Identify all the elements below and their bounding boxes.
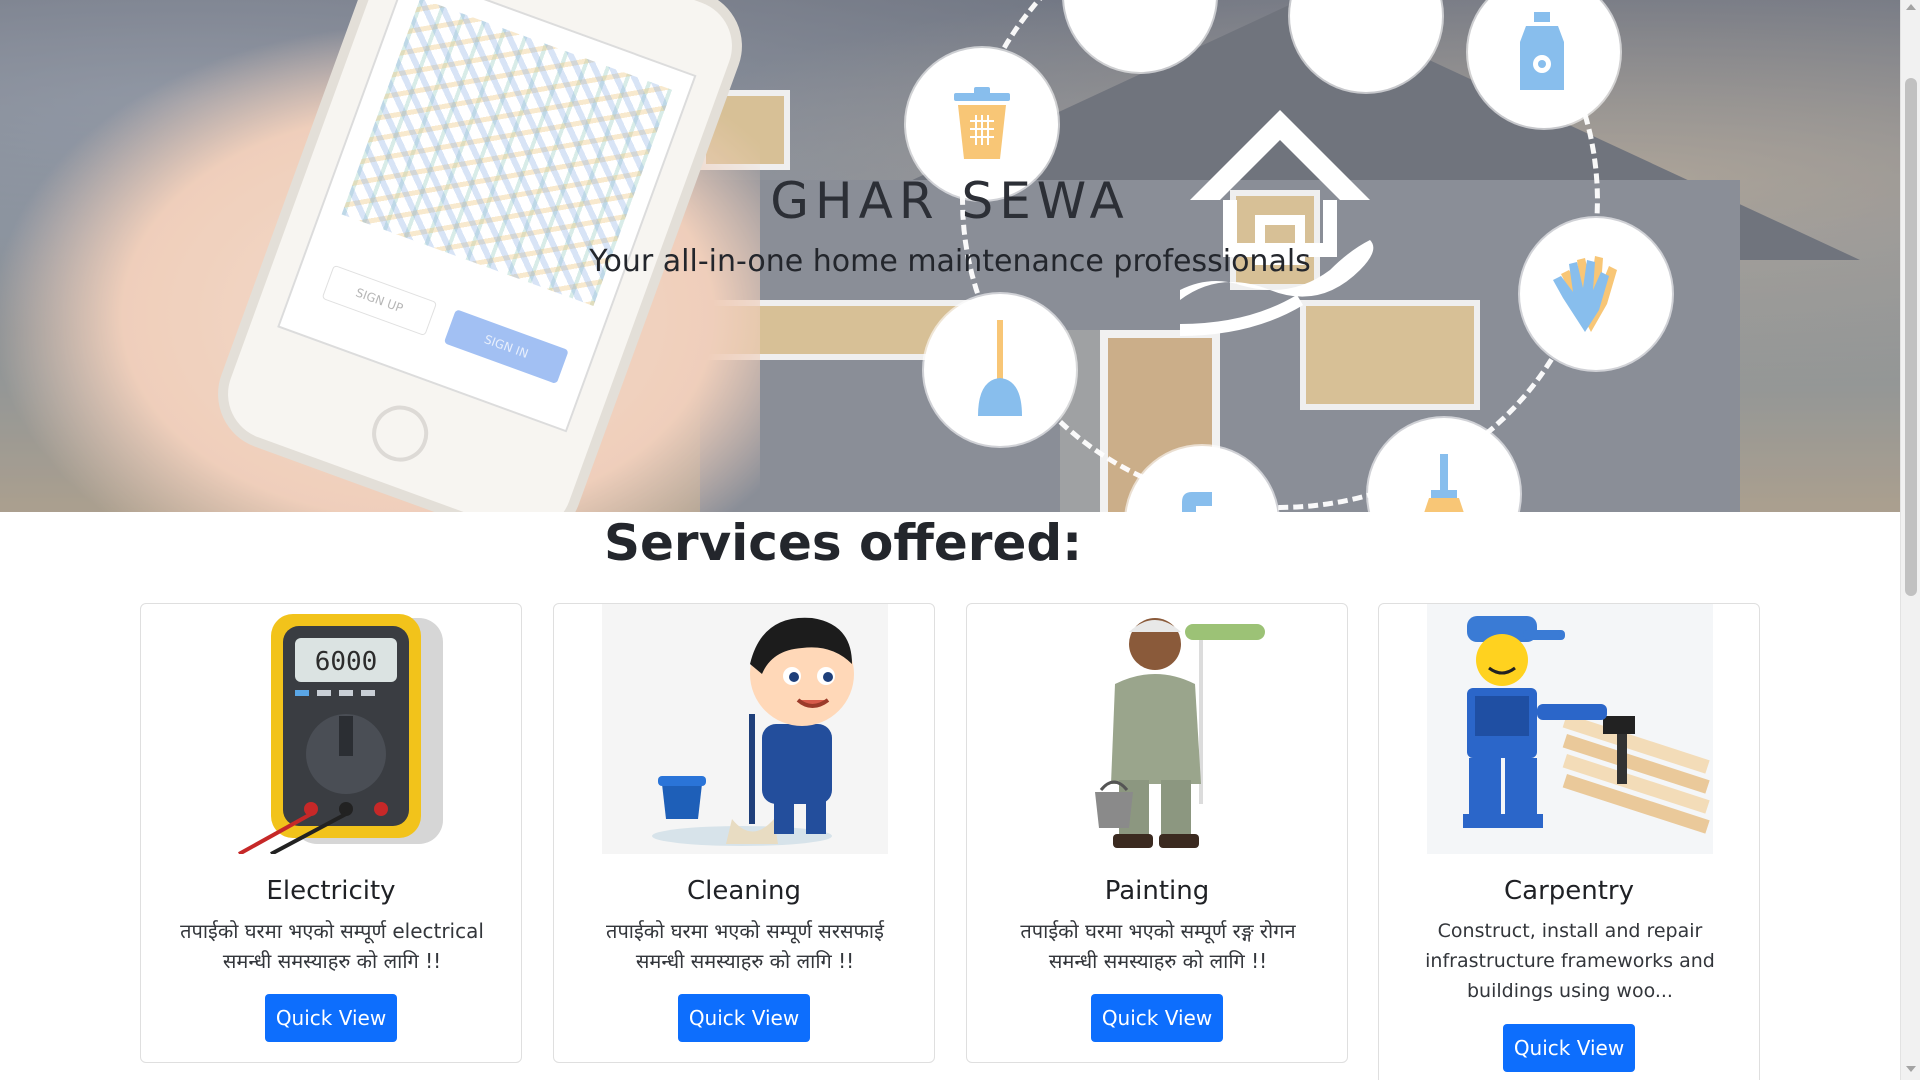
electricity-image: 6000 (231, 604, 517, 854)
quick-view-button-electricity[interactable]: Quick View (265, 994, 397, 1042)
painter-icon (1095, 618, 1265, 848)
card-description-cleaning: तपाईको घरमा भएको सम्पूर्ण सरसफाई समन्धी … (606, 919, 884, 973)
card-title-painting: Painting (1104, 876, 1210, 906)
site-tagline: Your all-in-one home maintenance profess… (589, 244, 1311, 279)
quick-view-button-carpentry[interactable]: Quick View (1503, 1024, 1635, 1072)
card-title-cleaning: Cleaning (687, 876, 801, 906)
card-description-carpentry: Construct, install and repair infrastruc… (1425, 920, 1715, 1002)
card-title-carpentry: Carpentry (1503, 876, 1635, 906)
services-heading: Services offered: (604, 514, 1083, 572)
cleaning-image (602, 604, 888, 854)
scroll-thumb[interactable] (1905, 78, 1917, 596)
card-title-electricity: Electricity (266, 876, 396, 906)
quick-view-button-painting[interactable]: Quick View (1091, 994, 1223, 1042)
service-card-painting: Painting तपाईको घरमा भएको सम्पूर्ण रङ्ग … (966, 603, 1348, 1063)
page-scrollbar[interactable] (1900, 0, 1920, 1080)
carpentry-image (1427, 604, 1713, 854)
service-card-electricity: 6000 Electricity तपाईको घरमा भएको सम्पूर… (140, 603, 522, 1063)
service-card-cleaning: Cleaning तपाईको घरमा भएको सम्पूर्ण सरसफा… (553, 603, 935, 1063)
multimeter-reading: 6000 (315, 647, 378, 677)
scroll-down-arrow-icon[interactable] (1906, 1066, 1916, 1072)
painting-image (1015, 604, 1301, 854)
card-description-painting: तपाईको घरमा भएको सम्पूर्ण रङ्ग रोगन समन्… (1020, 919, 1296, 973)
cleaner-boy-icon (652, 617, 854, 846)
quick-view-button-cleaning[interactable]: Quick View (678, 994, 810, 1042)
scroll-up-arrow-icon[interactable] (1906, 4, 1916, 10)
service-card-carpentry: Carpentry Construct, install and repair … (1378, 603, 1760, 1080)
site-title: GHAR SEWA (770, 172, 1130, 230)
multimeter-icon: 6000 (238, 614, 443, 854)
card-description-electricity: तपाईको घरमा भएको सम्पूर्ण electrical समन… (180, 919, 484, 973)
lego-carpenter-icon (1463, 616, 1710, 834)
hero-banner: SIGN UP SIGN IN GHAR SEWA Your all-in-on… (0, 0, 1900, 512)
